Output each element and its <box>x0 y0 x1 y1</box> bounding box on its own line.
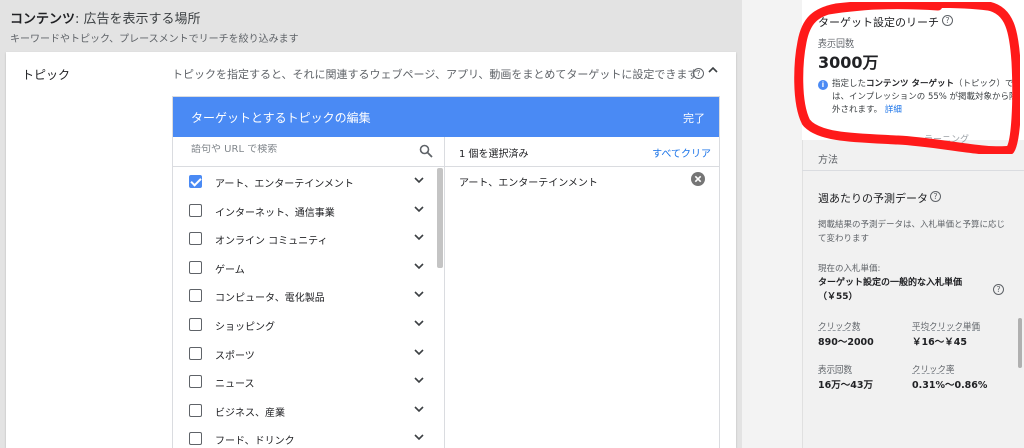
chevron-up-icon <box>708 66 718 73</box>
chevron-down-icon[interactable] <box>413 431 425 443</box>
topic-checkbox[interactable] <box>189 203 202 217</box>
note-pre: 指定した <box>832 79 867 89</box>
selected-topic-item: アート、エンターテインメント <box>459 178 598 189</box>
content-title: コンテンツ: 広告を表示する場所 <box>10 8 201 27</box>
reach-note: 指定したコンテンツ ターゲット（トピック）では、インプレッションの 55% が掲… <box>832 78 1018 117</box>
topic-label-text: ビジネス、産業 <box>215 407 285 419</box>
topic-help-icon[interactable]: ? <box>693 68 704 79</box>
topic-row[interactable]: スポーツ <box>173 340 435 369</box>
chevron-down-icon[interactable] <box>413 203 425 215</box>
topic-card: トピック トピックを指定すると、それに関連するウェブページ、アプリ、動画をまとめ… <box>6 52 736 448</box>
topic-label-text: ショッピング <box>215 322 275 333</box>
metric-impressions-label: 表示回数 <box>818 365 853 375</box>
topic-row[interactable]: オンライン コミュニティ <box>173 225 435 254</box>
topic-checkbox[interactable] <box>189 375 202 389</box>
topic-row[interactable]: ショッピング <box>173 311 435 340</box>
topic-label: トピック <box>22 68 71 82</box>
impressions-label: 表示回数 <box>818 39 855 49</box>
search-row <box>173 137 444 167</box>
chevron-down-icon[interactable] <box>413 260 425 272</box>
topic-row[interactable]: コンピュータ、電化製品 <box>173 282 435 311</box>
content-header: コンテンツ: 広告を表示する場所 キーワードやトピック、プレースメントでリーチを… <box>0 0 742 52</box>
chevron-down-icon[interactable] <box>413 174 425 186</box>
clear-all-button[interactable]: すべてクリア <box>652 145 711 160</box>
topic-list-scrollbar[interactable] <box>437 168 443 268</box>
forecast-help-icon[interactable]: ? <box>930 191 941 202</box>
metric-impressions-value: 16万〜43万 <box>818 380 873 391</box>
topic-checkbox[interactable] <box>189 232 202 246</box>
method-label: 方法 <box>818 155 838 166</box>
bid-help-icon[interactable]: ? <box>993 284 1004 295</box>
forecast-description: 掲載結果の予測データは、入札単価と予算に応じて変わります <box>818 220 1006 244</box>
topic-label-text: ニュース <box>215 379 255 391</box>
topic-row[interactable]: ビジネス、産業 <box>173 397 435 426</box>
chevron-down-icon[interactable] <box>413 317 425 329</box>
topic-row[interactable]: アート、エンターテインメント <box>173 168 435 197</box>
metric-ctr-label: クリック率 <box>912 365 955 375</box>
search-input[interactable] <box>191 144 411 155</box>
topic-label-text: フード、ドリンク <box>215 436 295 448</box>
topic-label-text: スポーツ <box>215 350 255 362</box>
topic-row[interactable]: ニュース <box>173 368 435 397</box>
topic-label-text: コンピュータ、電化製品 <box>215 293 325 305</box>
chevron-down-icon[interactable] <box>413 288 425 300</box>
topic-checkbox[interactable] <box>189 346 202 360</box>
done-button[interactable]: 完了 <box>683 110 705 126</box>
metric-clicks-value: 890〜2000 <box>818 337 874 348</box>
metric-ctr-value: 0.31%〜0.86% <box>912 380 988 391</box>
topic-row[interactable]: インターネット、通信事業 <box>173 197 435 226</box>
topic-label-text: インターネット、通信事業 <box>215 207 335 219</box>
selected-count: 1 個を選択済み <box>459 149 529 160</box>
collapse-icon[interactable] <box>708 64 718 78</box>
sidebar-divider <box>802 170 1024 171</box>
note-bold: コンテンツ ターゲット <box>866 79 954 89</box>
topic-checkbox[interactable] <box>189 432 202 446</box>
reach-help-icon[interactable]: ? <box>942 15 953 26</box>
search-icon[interactable] <box>419 144 433 158</box>
topic-row[interactable]: ゲーム <box>173 254 435 283</box>
bid-label: 現在の入札単価: <box>818 264 881 274</box>
chevron-down-icon[interactable] <box>413 231 425 243</box>
remove-icon[interactable] <box>691 172 705 186</box>
chevron-down-icon[interactable] <box>413 374 425 386</box>
topic-row[interactable]: フード、ドリンク <box>173 425 435 448</box>
topic-checkbox[interactable] <box>189 318 202 331</box>
editor-header-bar: ターゲットとするトピックの編集 完了 <box>173 97 719 137</box>
topic-label-text: アート、エンターテインメント <box>215 179 354 190</box>
topic-label-text: オンライン コミュニティ <box>215 236 328 248</box>
topic-list: アート、エンターテインメント インターネット、通信事業 オンライン コミュニティ ゲー… <box>173 168 435 448</box>
selected-pane: 1 個を選択済み すべてクリア アート、エンターテインメント <box>445 137 719 448</box>
reach-card: ターゲット設定のリーチ ? 表示回数 3000万 i 指定したコンテンツ ターゲ… <box>802 0 1024 140</box>
details-link[interactable]: 詳細 <box>885 105 902 115</box>
topic-label-text: ゲーム <box>215 264 245 276</box>
sidebar-scrollbar[interactable] <box>1018 318 1022 368</box>
forecast-title: 週あたりの予測データ <box>818 192 928 205</box>
topic-checkbox[interactable] <box>189 260 202 274</box>
content-title-rest: : 広告を表示する場所 <box>75 12 201 27</box>
chevron-down-icon[interactable] <box>413 403 425 415</box>
metric-clicks-label: クリック数 <box>818 322 861 332</box>
topic-checkbox[interactable] <box>189 403 202 417</box>
chevron-down-icon[interactable] <box>413 346 425 358</box>
reach-title: ターゲット設定のリーチ <box>818 16 939 29</box>
topic-checkbox[interactable] <box>189 175 202 188</box>
content-title-bold: コンテンツ <box>10 12 76 27</box>
content-subtitle: キーワードやトピック、プレースメントでリーチを絞り込みます <box>10 34 299 45</box>
topic-editor: ターゲットとするトピックの編集 完了 アート、エンターテインメントインターネット… <box>172 96 720 448</box>
topic-checkbox[interactable] <box>189 289 202 303</box>
bid-value: ターゲット設定の一般的な入札単価（￥55） <box>818 278 963 302</box>
topic-browse-pane: アート、エンターテインメントインターネット、通信事業オンライン コミュニティゲー… <box>173 137 445 448</box>
impressions-value: 3000万 <box>818 53 879 72</box>
metric-cpc-value: ￥16〜￥45 <box>912 337 967 348</box>
partial-text: ラーニング <box>924 135 970 145</box>
info-icon: i <box>818 80 828 90</box>
editor-title: ターゲットとするトピックの編集 <box>191 111 371 125</box>
metric-cpc-label: 平均クリック単価 <box>912 322 981 332</box>
selected-header: 1 個を選択済み すべてクリア <box>445 137 719 167</box>
topic-description: トピックを指定すると、それに関連するウェブページ、アプリ、動画をまとめてターゲッ… <box>172 68 699 81</box>
